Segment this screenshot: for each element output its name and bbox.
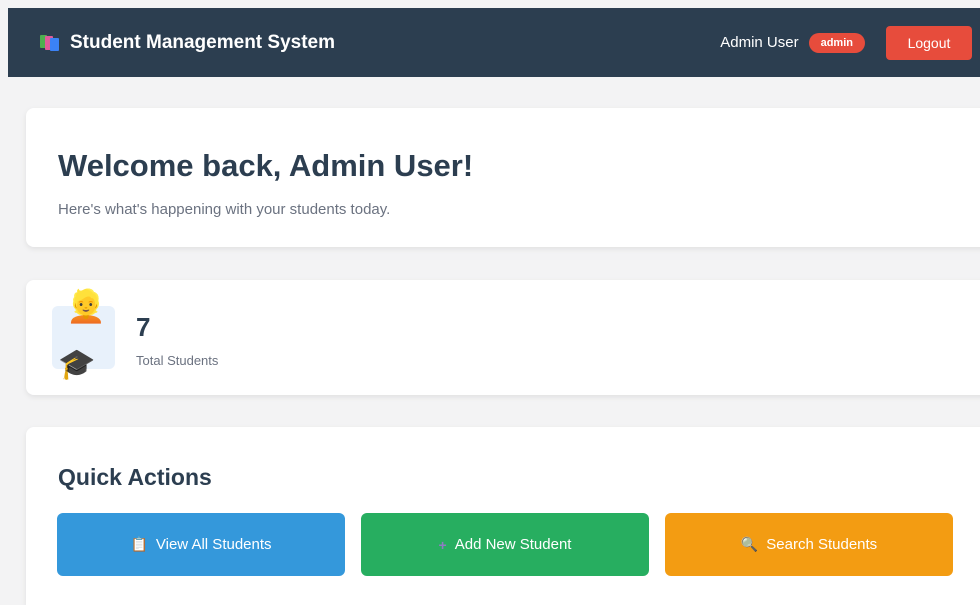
student-icon: 👱 🎓 xyxy=(52,290,115,380)
graduation-cap-icon: 🎓 xyxy=(58,348,96,381)
user-area: Admin User admin Logout xyxy=(720,25,972,60)
student-face-icon: 👱 xyxy=(66,288,106,324)
total-students-count: 7 xyxy=(136,312,151,342)
welcome-card: Welcome back, Admin User! Here's what's … xyxy=(26,108,980,247)
view-all-students-label: View All Students xyxy=(155,536,272,553)
books-icon xyxy=(40,34,60,51)
welcome-subtitle: Here's what's happening with your studen… xyxy=(58,201,391,218)
app-title: Student Management System xyxy=(70,31,335,53)
add-new-student-button[interactable]: + Add New Student xyxy=(361,513,649,576)
role-badge: admin xyxy=(808,32,865,53)
plus-icon: + xyxy=(438,536,447,553)
navbar: Student Management System Admin User adm… xyxy=(8,8,980,77)
user-name: Admin User xyxy=(720,34,799,51)
stats-card: 👱 🎓 7 Total Students xyxy=(26,280,980,395)
search-students-label: Search Students xyxy=(766,536,878,553)
clipboard-icon: 📋 xyxy=(130,536,148,552)
add-new-student-label: Add New Student xyxy=(454,536,572,553)
magnifier-icon: 🔍 xyxy=(740,536,759,552)
welcome-heading: Welcome back, Admin User! xyxy=(58,148,474,183)
brand[interactable]: Student Management System xyxy=(40,32,335,54)
quick-actions-heading: Quick Actions xyxy=(58,464,212,490)
view-all-students-button[interactable]: 📋 View All Students xyxy=(57,513,345,576)
total-students-label: Total Students xyxy=(136,353,219,368)
search-students-button[interactable]: 🔍 Search Students xyxy=(665,513,953,576)
logout-button[interactable]: Logout xyxy=(886,25,972,60)
quick-actions-card: Quick Actions 📋 View All Students + Add … xyxy=(26,427,980,605)
